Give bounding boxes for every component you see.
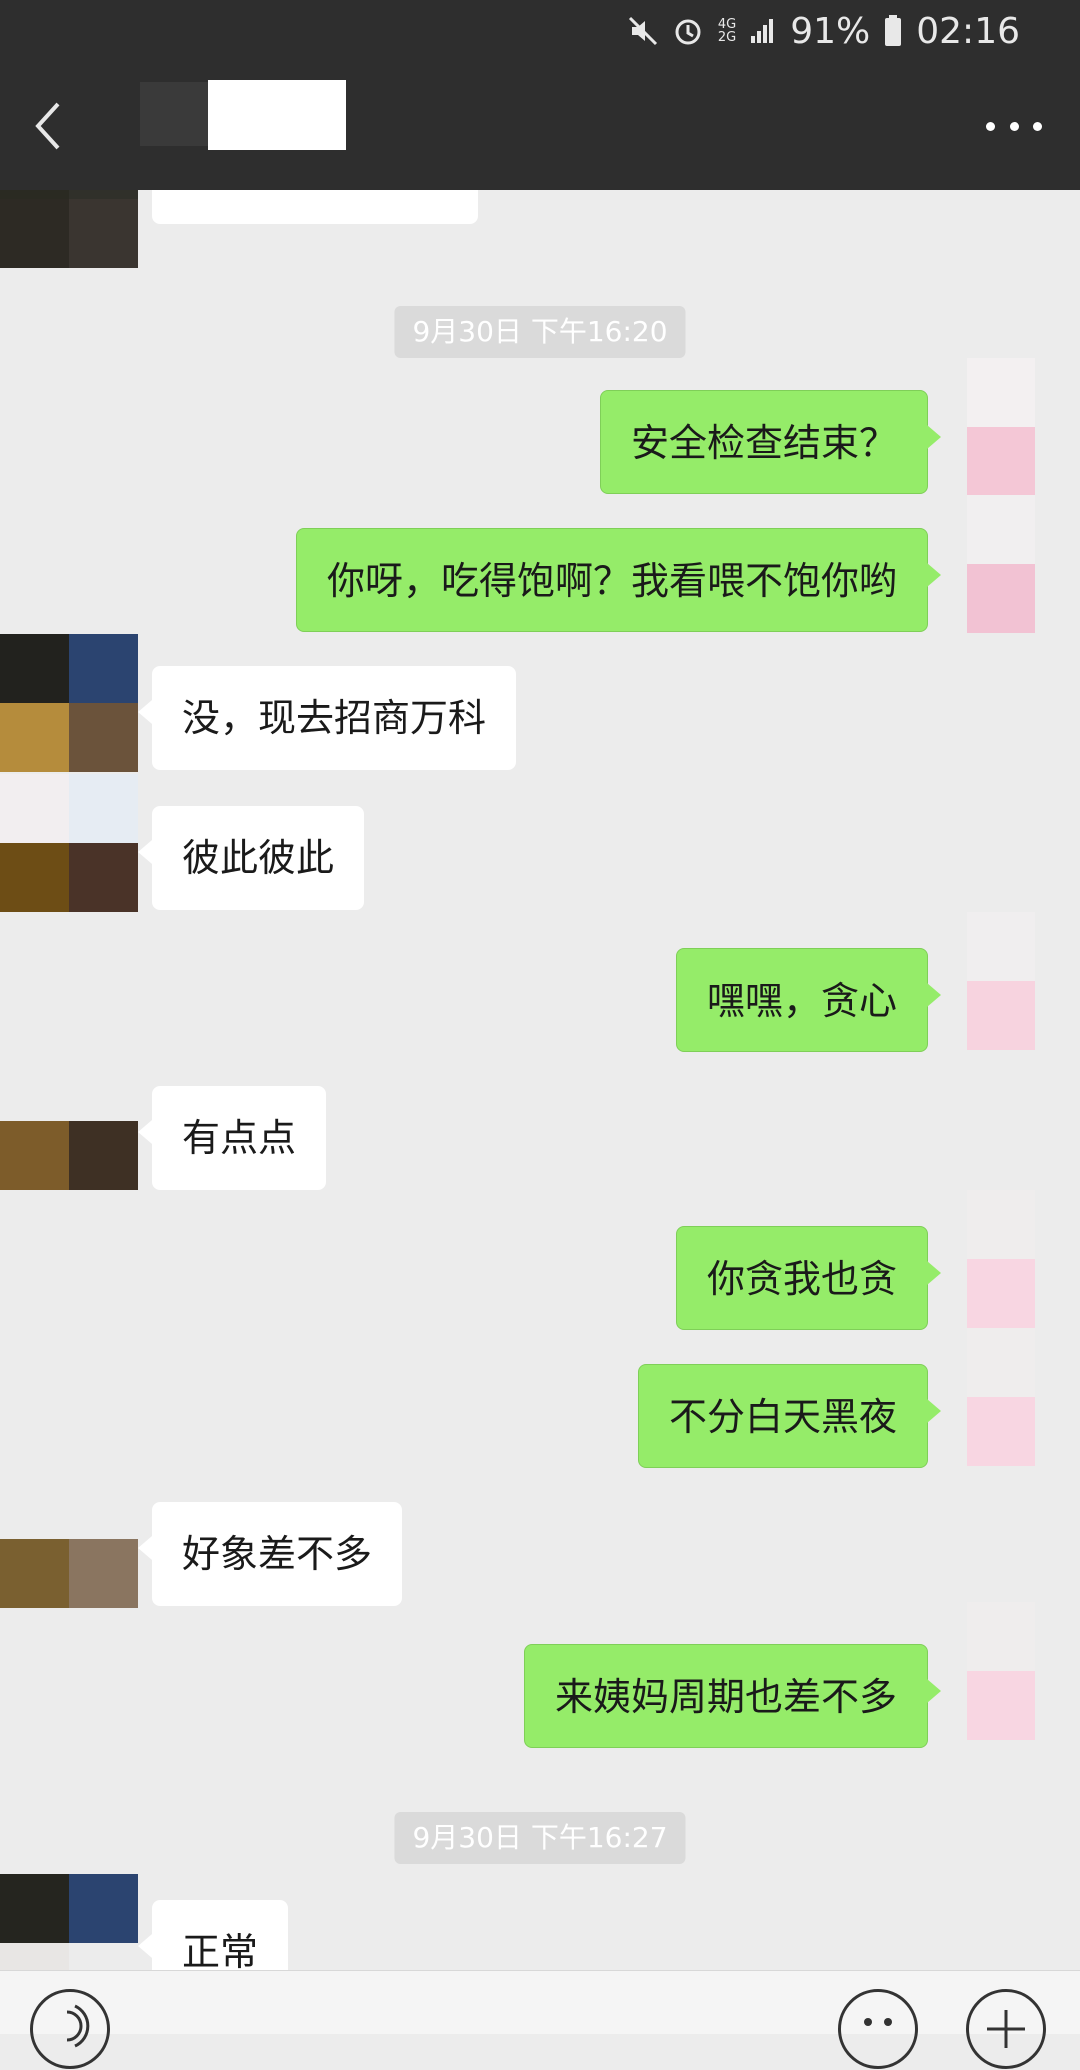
chevron-left-icon bbox=[35, 102, 60, 150]
avatar[interactable] bbox=[0, 1052, 138, 1190]
avatar[interactable] bbox=[0, 634, 138, 772]
mute-icon bbox=[628, 16, 658, 46]
more-dots-icon bbox=[986, 121, 995, 131]
chat-title bbox=[208, 80, 346, 150]
avatar-self[interactable] bbox=[967, 1328, 1035, 1466]
add-button[interactable] bbox=[966, 1989, 1046, 2069]
message-bubble[interactable]: 正常 bbox=[137, 1900, 289, 1970]
message-bubble[interactable]: 嘿嘿，贪心 bbox=[675, 948, 942, 1052]
voice-icon bbox=[66, 2004, 90, 2048]
status-bar: 4G 2G 91% 02:16 bbox=[0, 0, 1080, 62]
avatar[interactable] bbox=[0, 774, 138, 912]
message-bubble[interactable]: 你贪我也贪 bbox=[675, 1226, 942, 1330]
voice-button[interactable] bbox=[30, 1989, 110, 2069]
message-bubble[interactable]: 有点点 bbox=[137, 1086, 327, 1190]
avatar[interactable] bbox=[0, 1874, 138, 1970]
message-bubble[interactable]: 没，现去招商万科 bbox=[137, 666, 517, 770]
avatar-self[interactable] bbox=[967, 1602, 1035, 1740]
message-bubble[interactable]: 不分白天黑夜 bbox=[637, 1364, 942, 1468]
emoji-button[interactable] bbox=[838, 1989, 918, 2069]
input-bar bbox=[0, 1970, 1080, 2069]
battery-icon bbox=[884, 15, 902, 47]
add-icon bbox=[987, 2010, 1025, 2048]
nav-bar bbox=[0, 62, 1080, 190]
emoji-icon bbox=[864, 2018, 892, 2026]
avatar-self[interactable] bbox=[967, 1190, 1035, 1328]
alarm-icon bbox=[672, 15, 704, 47]
message-bubble[interactable]: 次做个够吃个饱 bbox=[152, 190, 479, 224]
title-redaction bbox=[140, 82, 210, 146]
avatar[interactable] bbox=[0, 190, 138, 268]
timestamp: 9月30日 下午16:27 bbox=[394, 1812, 686, 1864]
signal-icon bbox=[750, 18, 776, 44]
message-bubble[interactable]: 来姨妈周期也差不多 bbox=[523, 1644, 942, 1748]
battery-percent: 91% bbox=[790, 10, 871, 52]
message-bubble[interactable]: 安全检查结束？ bbox=[599, 390, 942, 494]
avatar-self[interactable] bbox=[967, 358, 1035, 496]
network-type: 4G 2G bbox=[717, 17, 737, 45]
back-button[interactable] bbox=[30, 98, 70, 154]
timestamp: 9月30日 下午16:20 bbox=[394, 306, 686, 358]
avatar[interactable] bbox=[0, 1470, 138, 1608]
more-button[interactable] bbox=[986, 114, 1042, 138]
message-bubble[interactable]: 你呀，吃得饱啊？我看喂不饱你哟 bbox=[295, 528, 942, 632]
chat-area[interactable]: 次做个够吃个饱 9月30日 下午16:20 安全检查结束？ 你呀，吃得饱啊？我看… bbox=[0, 190, 1080, 1970]
avatar-self[interactable] bbox=[967, 912, 1035, 1050]
avatar-self[interactable] bbox=[967, 495, 1035, 633]
clock: 02:16 bbox=[916, 10, 1020, 52]
message-bubble[interactable]: 彼此彼此 bbox=[137, 806, 365, 910]
message-bubble[interactable]: 好象差不多 bbox=[137, 1502, 403, 1606]
